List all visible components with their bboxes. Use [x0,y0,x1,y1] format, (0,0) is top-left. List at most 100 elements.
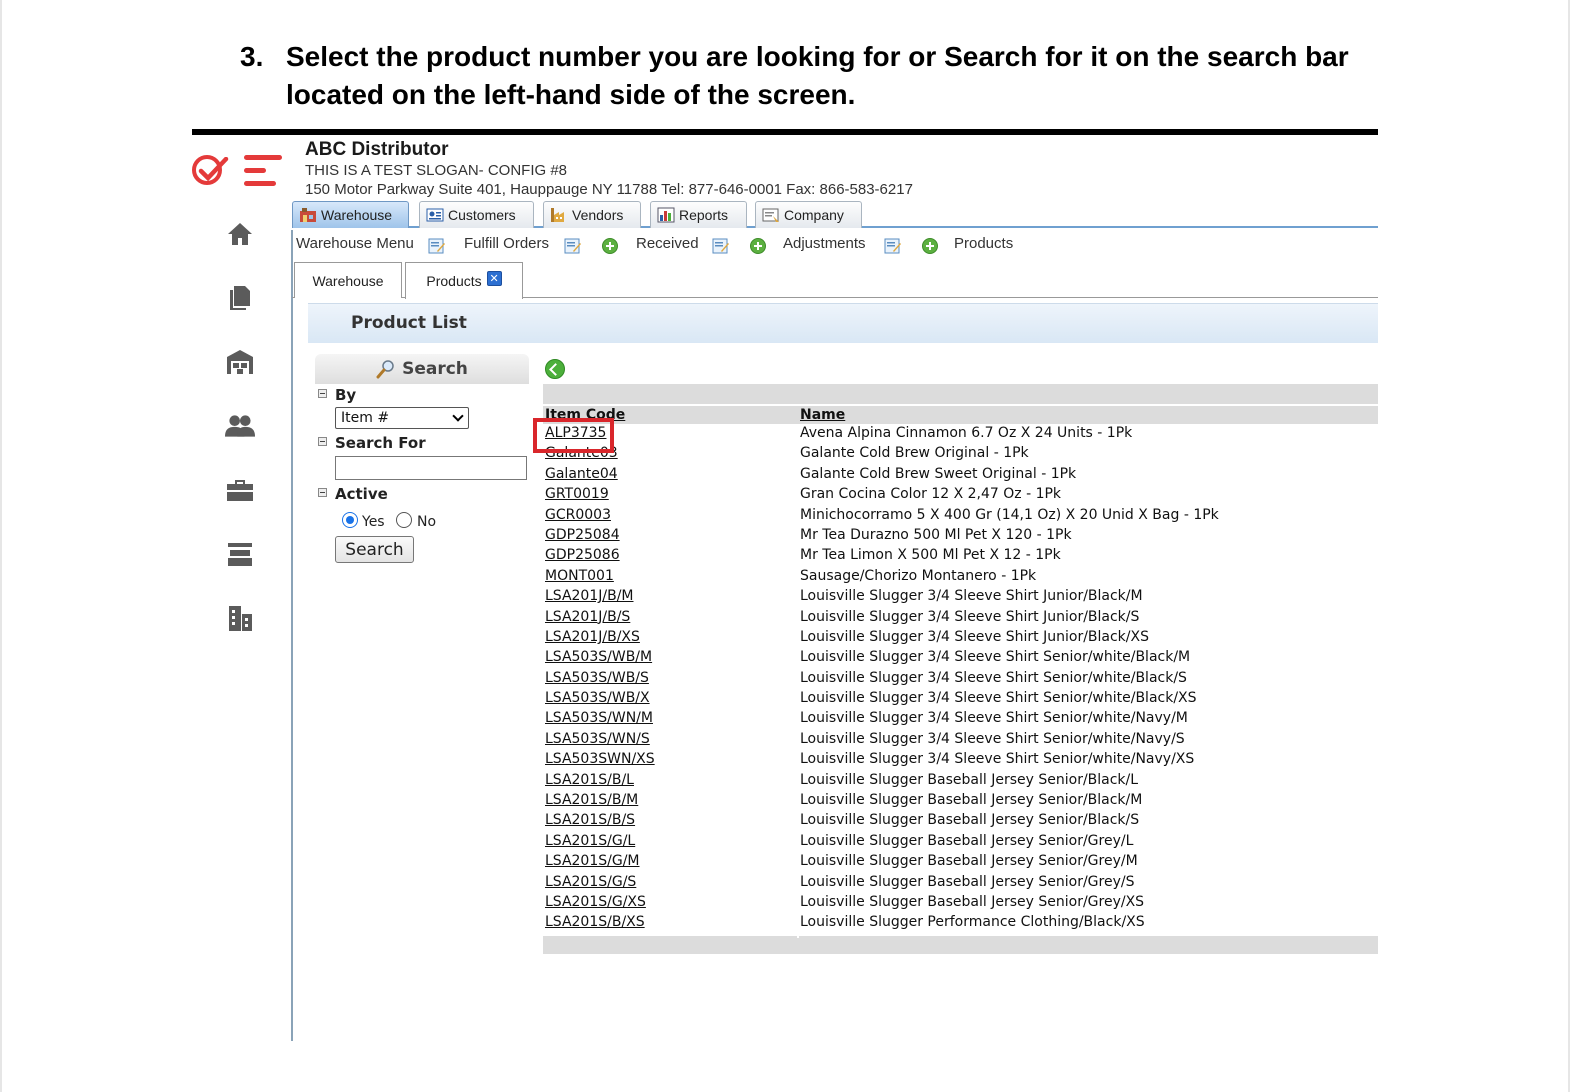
icon-rail [192,135,290,1041]
submenu-adjustments[interactable]: Adjustments [783,235,866,252]
page-tab-warehouse[interactable]: Warehouse [294,262,402,298]
refresh-icon[interactable] [545,359,565,379]
item-name: Galante Cold Brew Sweet Original - 1Pk [800,465,1077,482]
search-by-select[interactable]: Item # [335,407,469,429]
item-code-link[interactable]: LSA201S/B/L [545,772,634,788]
warehouse-icon[interactable] [225,347,255,377]
tab-reports[interactable]: Reports [650,201,747,228]
search-button[interactable]: Search [335,536,414,563]
page-tab-products[interactable]: Products ✕ [405,262,523,299]
item-name: Minichocorramo 5 X 400 Gr (14,1 Oz) X 20… [800,506,1219,523]
table-row: LSA503SWN/XS Louisville Slugger 3/4 Sleev… [543,750,1378,770]
item-code-link[interactable]: LSA503S/WB/M [545,649,652,665]
page-tab-label: Products [426,273,482,289]
users-icon[interactable] [225,411,255,441]
tab-label: Company [784,207,844,223]
chart-icon [657,207,675,223]
item-code-link[interactable]: GCR0003 [545,507,611,523]
item-code-link[interactable]: LSA201S/B/M [545,792,638,808]
table-row: LSA503S/WB/M Louisville Slugger 3/4 Sleev… [543,648,1378,668]
table-header: Item Code Name [543,404,1378,424]
column-header-name[interactable]: Name [800,407,845,423]
active-no-radio[interactable] [396,512,412,528]
item-code-link[interactable]: LSA503S/WN/M [545,710,653,726]
item-code-link[interactable]: LSA201J/B/S [545,609,630,625]
main-tab-bar: Warehouse Customers Vendors Reports Comp… [292,198,1378,228]
company-name: ABC Distributor [305,139,449,160]
documents-icon[interactable] [225,283,255,313]
edit-icon[interactable] [712,238,730,254]
edit-icon[interactable] [884,238,902,254]
item-code-link[interactable]: GDP25084 [545,527,620,543]
submenu-products[interactable]: Products [954,235,1013,252]
item-code-link[interactable]: LSA201J/B/XS [545,629,640,645]
table-row: LSA503S/WN/M Louisville Slugger 3/4 Sleev… [543,709,1378,729]
add-icon[interactable] [602,238,618,254]
search-panel-title: Search [402,359,468,379]
submenu-received[interactable]: Received [636,235,699,252]
item-code-link[interactable]: GDP25086 [545,547,620,563]
item-name: Louisville Slugger 3/4 Sleeve Shirt Seni… [800,710,1188,727]
item-code-link[interactable]: LSA503S/WB/S [545,670,649,686]
table-row: LSA201S/B/L Louisville Slugger Baseball J… [543,771,1378,791]
tab-label: Warehouse [321,207,393,223]
tab-company[interactable]: Company [755,201,862,228]
tab-warehouse[interactable]: Warehouse [292,201,409,228]
item-name: Louisville Slugger Baseball Jersey Senio… [800,893,1145,910]
item-name: Louisville Slugger 3/4 Sleeve Shirt Seni… [800,649,1191,666]
table-row: LSA201S/B/S Louisville Slugger Baseball J… [543,811,1378,831]
item-name: Louisville Slugger Performance Clothing/… [800,914,1145,931]
collapse-icon[interactable] [318,488,327,497]
tab-customers[interactable]: Customers [419,201,534,228]
item-code-link[interactable]: LSA201S/G/M [545,853,640,869]
item-code-link[interactable]: LSA503S/WB/X [545,690,650,706]
item-code-link[interactable]: LSA201S/B/XS [545,914,645,930]
table-row: GDP25086 Mr Tea Limon X 500 Ml Pet X 12 -… [543,546,1378,566]
table-row: GCR0003 Minichocorramo 5 X 400 Gr (14,1 O… [543,506,1378,526]
search-for-input[interactable] [335,456,527,480]
item-name: Sausage/Chorizo Montanero - 1Pk [800,567,1037,584]
search-panel-header: Search [315,354,529,384]
collapse-icon[interactable] [318,437,327,446]
item-code-link[interactable]: GRT0019 [545,486,609,502]
column-separator [797,424,799,938]
warehouse-submenu: Warehouse Menu Fulfill Orders Received A… [292,230,1378,258]
briefcase-icon[interactable] [225,475,255,505]
table-row: LSA201J/B/S Louisville Slugger 3/4 Sleeve… [543,608,1378,628]
table-row: LSA503S/WB/S Louisville Slugger 3/4 Sleev… [543,669,1378,689]
table-row: ALP3735 Avena Alpina Cinnamon 6.7 Oz X 24… [543,424,1378,444]
item-name: Mr Tea Limon X 500 Ml Pet X 12 - 1Pk [800,547,1061,564]
table-row: GRT0019 Gran Cocina Color 12 X 2,47 Oz - … [543,485,1378,505]
company-slogan: THIS IS A TEST SLOGAN- CONFIG #8 [305,162,568,179]
close-icon[interactable]: ✕ [486,270,502,286]
item-code-link[interactable]: LSA201S/G/S [545,874,636,890]
tab-vendors[interactable]: Vendors [543,201,641,228]
active-yes-radio[interactable] [342,512,358,528]
submenu-warehouse-menu[interactable]: Warehouse Menu [296,235,414,252]
item-code-link[interactable]: LSA503SWN/XS [545,751,655,767]
item-code-link[interactable]: Galante04 [545,466,618,482]
stack-icon[interactable] [225,539,255,569]
tab-label: Customers [448,207,516,223]
search-icon [376,359,396,379]
item-code-link[interactable]: LSA201S/G/L [545,833,635,849]
item-code-link[interactable]: MONT001 [545,568,614,584]
item-name: Louisville Slugger Baseball Jersey Senio… [800,873,1135,890]
item-code-link[interactable]: LSA503S/WN/S [545,731,650,747]
item-code-link[interactable]: LSA201S/B/S [545,812,635,828]
submenu-fulfill-orders[interactable]: Fulfill Orders [464,235,549,252]
tab-label: Vendors [572,207,624,223]
home-icon[interactable] [225,219,255,249]
buildings-icon[interactable] [225,603,255,633]
table-row: LSA201S/G/L Louisville Slugger Baseball J… [543,832,1378,852]
item-code-link[interactable]: LSA201J/B/M [545,588,634,604]
table-row: LSA201S/B/XS Louisville Slugger Performan… [543,913,1378,933]
menu-icon[interactable] [242,147,282,191]
collapse-icon[interactable] [318,389,327,398]
table-row: LSA503S/WN/S Louisville Slugger 3/4 Sleev… [543,730,1378,750]
edit-icon[interactable] [428,238,446,254]
item-code-link[interactable]: LSA201S/G/XS [545,894,646,910]
add-icon[interactable] [750,238,766,254]
add-icon[interactable] [922,238,938,254]
edit-icon[interactable] [564,238,582,254]
